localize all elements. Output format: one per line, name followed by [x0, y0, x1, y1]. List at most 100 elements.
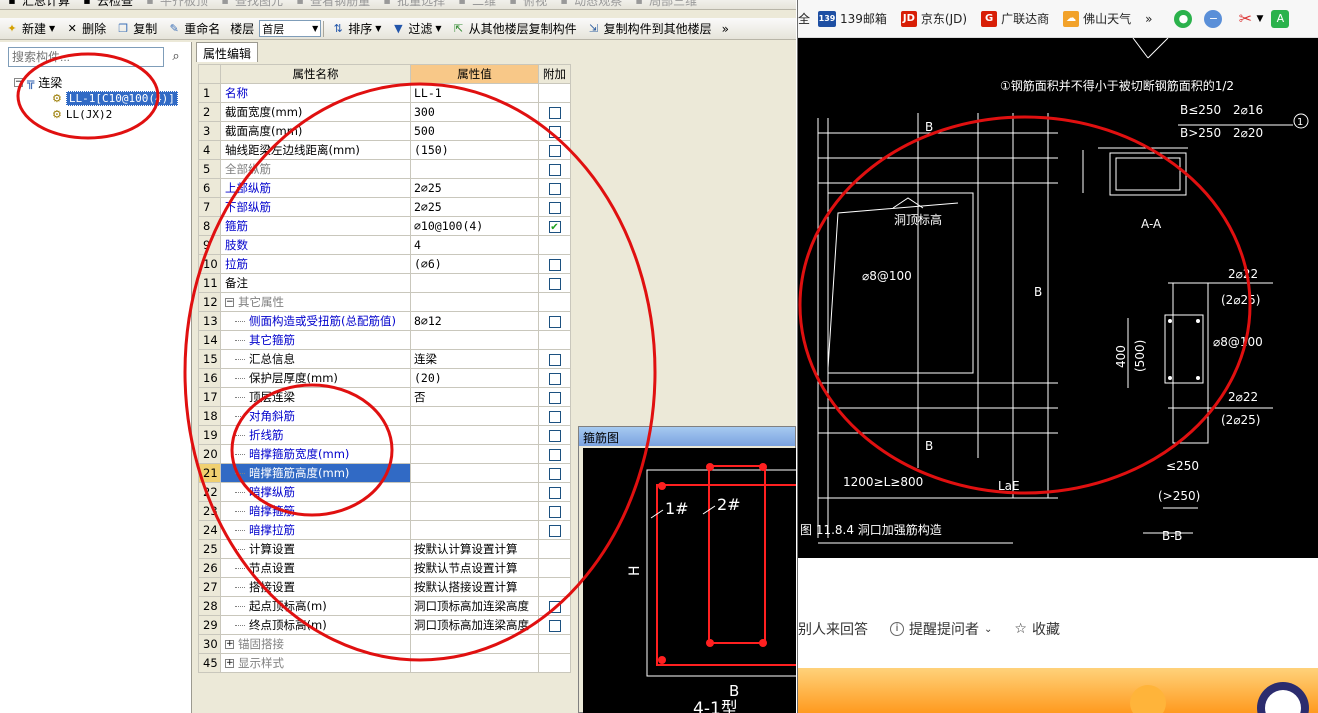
- property-row[interactable]: 11 备注: [198, 273, 571, 293]
- tree-root-coupling-beam[interactable]: − ╦ 连梁: [14, 74, 178, 90]
- property-value[interactable]: 300: [410, 102, 539, 122]
- property-value[interactable]: 连梁: [410, 349, 539, 369]
- property-value[interactable]: (150): [410, 140, 539, 160]
- checkbox[interactable]: [548, 448, 561, 461]
- expand-icon[interactable]: +: [225, 659, 234, 668]
- chevron-down-icon[interactable]: ▼: [1256, 14, 1263, 24]
- checkbox[interactable]: [548, 619, 561, 632]
- property-row[interactable]: 7 下部纵筋 2⌀25: [198, 197, 571, 217]
- property-value[interactable]: 按默认搭接设置计算: [410, 577, 539, 597]
- invite-answer-link[interactable]: 别人来回答: [798, 619, 868, 639]
- checkbox[interactable]: [548, 182, 561, 195]
- checkbox[interactable]: [548, 277, 561, 290]
- remind-asker-link[interactable]: i 提醒提问者 ⌄: [890, 619, 992, 639]
- collapse-icon[interactable]: −: [14, 77, 23, 87]
- property-row[interactable]: 4 轴线距梁左边线距离(mm) (150): [198, 140, 571, 160]
- search-component-input[interactable]: [8, 47, 164, 67]
- property-value[interactable]: [410, 482, 539, 502]
- property-row[interactable]: 27 搭接设置 按默认搭接设置计算: [198, 577, 571, 597]
- property-value[interactable]: 4: [410, 235, 539, 255]
- batch-select-button[interactable]: ▪ 批量选择: [375, 0, 450, 9]
- rename-button[interactable]: ✎ 重命名: [162, 18, 225, 39]
- property-value[interactable]: [410, 501, 539, 521]
- local-3d-button[interactable]: ▪ 局部三维: [627, 0, 702, 9]
- property-row[interactable]: 8 箍筋 ⌀10@100(4) ✔: [198, 216, 571, 236]
- favorite-link[interactable]: ☆ 收藏: [1014, 619, 1060, 639]
- copy-button[interactable]: ❐ 复制: [111, 18, 162, 39]
- property-value[interactable]: [410, 292, 539, 312]
- property-value[interactable]: [410, 330, 539, 350]
- checkbox[interactable]: [548, 163, 561, 176]
- property-value[interactable]: [410, 463, 539, 483]
- scissors-icon[interactable]: ✂: [1236, 9, 1254, 28]
- property-row[interactable]: 10 拉筋 (⌀6): [198, 254, 571, 274]
- checkbox[interactable]: [548, 429, 561, 442]
- find-button[interactable]: ▪ 查找图元: [213, 0, 288, 9]
- checkbox[interactable]: [548, 258, 561, 271]
- property-value[interactable]: ⌀10@100(4): [410, 216, 539, 236]
- sort-button[interactable]: ⇅ 排序 ▼: [326, 18, 386, 39]
- property-value[interactable]: [410, 406, 539, 426]
- property-value[interactable]: 2⌀25: [410, 197, 539, 217]
- property-row[interactable]: 19 折线筋: [198, 425, 571, 445]
- property-row[interactable]: 14 其它箍筋: [198, 330, 571, 350]
- property-row[interactable]: 12− 其它属性: [198, 292, 571, 312]
- property-row[interactable]: 22 暗撑纵筋: [198, 482, 571, 502]
- floor-select[interactable]: 首层 ▼: [259, 20, 322, 37]
- property-row[interactable]: 25 计算设置 按默认计算设置计算: [198, 539, 571, 559]
- tab-property-edit[interactable]: 属性编辑: [196, 42, 259, 62]
- property-row[interactable]: 45 + 显示样式: [198, 653, 571, 673]
- copy-from-floor-button[interactable]: ⇱ 从其他楼层复制构件: [447, 18, 582, 39]
- copy-to-floor-button[interactable]: ⇲ 复制构件到其他楼层: [582, 18, 717, 39]
- collapse-icon[interactable]: −: [225, 298, 234, 307]
- bookmark-more-button[interactable]: »: [1145, 12, 1152, 26]
- property-row[interactable]: 30 + 锚固搭接: [198, 634, 571, 654]
- property-row[interactable]: 18 对角斜筋: [198, 406, 571, 426]
- checkbox[interactable]: [548, 600, 561, 613]
- property-row[interactable]: 15 汇总信息 连梁: [198, 349, 571, 369]
- property-value[interactable]: [410, 273, 539, 293]
- align-button[interactable]: ▪ 平齐板顶: [138, 0, 213, 9]
- checkbox[interactable]: [548, 353, 561, 366]
- property-row[interactable]: 24 暗撑拉筋: [198, 520, 571, 540]
- extension-icon[interactable]: A: [1271, 9, 1290, 28]
- checkbox[interactable]: [548, 410, 561, 423]
- property-value[interactable]: [410, 520, 539, 540]
- checkbox[interactable]: [548, 467, 561, 480]
- property-value[interactable]: 洞口顶标高加连梁高度: [410, 615, 539, 635]
- search-icon[interactable]: ⌕: [167, 48, 185, 66]
- property-value[interactable]: [410, 159, 539, 179]
- checkbox[interactable]: [548, 144, 561, 157]
- checkbox[interactable]: [548, 486, 561, 499]
- sum-button[interactable]: ▪ 汇总计算: [0, 0, 75, 9]
- property-row[interactable]: 1 名称 LL-1: [198, 83, 571, 103]
- property-row[interactable]: 2 截面宽度(mm) 300: [198, 102, 571, 122]
- checkbox[interactable]: [548, 372, 561, 385]
- checkbox[interactable]: [548, 315, 561, 328]
- property-row[interactable]: 28 起点顶标高(m) 洞口顶标高加连梁高度: [198, 596, 571, 616]
- property-row[interactable]: 16 保护层厚度(mm) (20): [198, 368, 571, 388]
- property-value[interactable]: [410, 634, 539, 654]
- delete-button[interactable]: ✕ 删除: [60, 18, 111, 39]
- green-status-icon[interactable]: ●: [1174, 9, 1193, 28]
- new-button[interactable]: ✦ 新建 ▼: [0, 18, 60, 39]
- property-row[interactable]: 26 节点设置 按默认节点设置计算: [198, 558, 571, 578]
- checkbox-checked[interactable]: ✔: [548, 220, 561, 233]
- property-row[interactable]: 21 暗撑箍筋高度(mm): [198, 463, 571, 483]
- property-value[interactable]: 按默认计算设置计算: [410, 539, 539, 559]
- cloud-check-button[interactable]: ▪ 云检查: [75, 0, 138, 9]
- property-value[interactable]: 洞口顶标高加连梁高度: [410, 596, 539, 616]
- property-row[interactable]: 6 上部纵筋 2⌀25: [198, 178, 571, 198]
- property-value[interactable]: [410, 444, 539, 464]
- property-value[interactable]: 按默认节点设置计算: [410, 558, 539, 578]
- property-value[interactable]: (⌀6): [410, 254, 539, 274]
- checkbox[interactable]: [548, 125, 561, 138]
- orbit-button[interactable]: ▪ 动态观察: [552, 0, 627, 9]
- 2d-button[interactable]: ▪ 二维: [450, 0, 501, 9]
- bookmark-jd[interactable]: JD 京东(JD): [900, 10, 967, 27]
- checkbox[interactable]: [548, 106, 561, 119]
- minus-circle-icon[interactable]: −: [1204, 9, 1223, 28]
- checkbox[interactable]: [548, 391, 561, 404]
- property-row[interactable]: 23 暗撑箍筋: [198, 501, 571, 521]
- property-value[interactable]: 否: [410, 387, 539, 407]
